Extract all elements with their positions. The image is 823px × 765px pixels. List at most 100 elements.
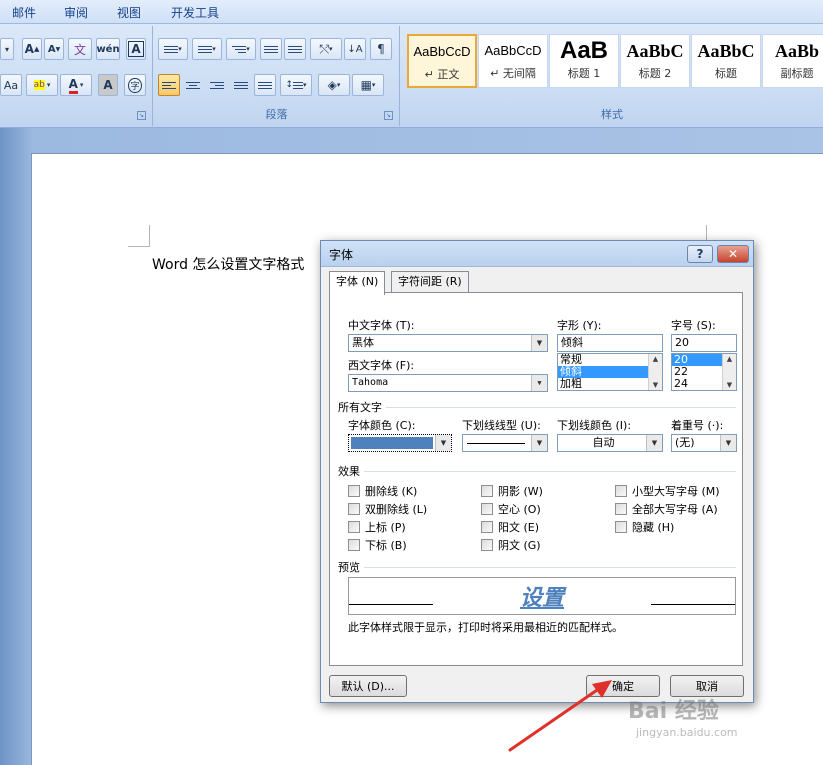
char-border-button[interactable]: A <box>126 38 146 60</box>
preview-note: 此字体样式限于显示，打印时将采用最相近的匹配样式。 <box>348 621 623 634</box>
help-button[interactable]: ? <box>687 245 713 263</box>
font-size-dropdown[interactable]: ▾ <box>0 38 14 60</box>
tab-font[interactable]: 字体 (N) <box>329 271 386 295</box>
align-center-button[interactable] <box>182 74 204 96</box>
underline-type-select[interactable] <box>462 434 548 452</box>
style-tile[interactable]: AaBbC 标题 2 <box>620 34 690 88</box>
watermark-logo: Bai 经验 <box>628 699 719 724</box>
font-dialog-launcher[interactable]: ↘ <box>137 111 146 120</box>
effect-checkbox[interactable]: 小型大写字母 (M) <box>615 483 720 499</box>
highlight-button[interactable]: ab ▾ <box>26 74 58 96</box>
justify-button[interactable] <box>230 74 252 96</box>
effect-checkbox[interactable]: 全部大写字母 (A) <box>615 501 718 517</box>
align-left-button[interactable] <box>158 74 180 96</box>
checkbox-box[interactable] <box>481 539 493 551</box>
effect-label: 阳文 (E) <box>498 521 540 534</box>
effect-checkbox[interactable]: 上标 (P) <box>348 519 406 535</box>
style-tile[interactable]: AaB 标题 1 <box>549 34 619 88</box>
style-name: 标题 <box>715 67 737 80</box>
align-right-button[interactable] <box>206 74 228 96</box>
underline-type-label: 下划线线型 (U): <box>462 419 541 432</box>
style-tile[interactable]: AaBbCcD ↵ 无间隔 <box>478 34 548 88</box>
dialog-titlebar[interactable]: 字体 ? ✕ <box>321 241 753 267</box>
font-style-input[interactable]: 倾斜 <box>557 334 663 352</box>
font-style-scrollbar[interactable]: ▲ ▼ <box>648 354 662 390</box>
menu-view[interactable]: 视图 <box>117 4 141 21</box>
close-button[interactable]: ✕ <box>717 245 749 263</box>
style-tile[interactable]: AaBb 副标题 <box>762 34 823 88</box>
phonetic-guide-button[interactable]: wén <box>96 38 120 60</box>
western-font-select[interactable]: Tahoma <box>348 374 548 392</box>
menu-developer[interactable]: 开发工具 <box>171 4 219 21</box>
checkbox-box[interactable] <box>348 485 360 497</box>
line-spacing-button[interactable]: ↕ ▾ <box>280 74 312 96</box>
effect-checkbox[interactable]: 双删除线 (L) <box>348 501 427 517</box>
shading-button[interactable]: ◈ ▾ <box>318 74 350 96</box>
checkbox-box[interactable] <box>615 521 627 533</box>
grow-font-button[interactable]: A ▲ <box>22 38 42 60</box>
chinese-font-select[interactable]: 黑体 <box>348 334 548 352</box>
effect-checkbox[interactable]: 阴文 (G) <box>481 537 541 553</box>
effect-label: 双删除线 (L) <box>365 503 428 516</box>
style-tile[interactable]: AaBbC 标题 <box>691 34 761 88</box>
paragraph-dialog-launcher[interactable]: ↘ <box>384 111 393 120</box>
decrease-indent-button[interactable] <box>260 38 282 60</box>
menu-bar: 邮件 审阅 视图 开发工具 <box>0 0 823 24</box>
chinese-layout-button[interactable]: ⤲ ▾ <box>310 38 342 60</box>
change-case-button[interactable]: Aa <box>0 74 22 96</box>
effects-heading: 效果 <box>338 465 360 478</box>
underline-color-select[interactable]: 自动 <box>557 434 663 452</box>
checkbox-box[interactable] <box>481 521 493 533</box>
effect-checkbox[interactable]: 下标 (B) <box>348 537 407 553</box>
emphasis-select[interactable]: (无) <box>671 434 737 452</box>
font-size-option[interactable]: 24 <box>672 378 722 390</box>
bullets-button[interactable]: ▾ <box>158 38 188 60</box>
font-size-list[interactable]: 20 22 24 ▲ ▼ <box>671 353 737 391</box>
style-sample: AaBbC <box>697 41 755 61</box>
font-style-list[interactable]: 常规 倾斜 加粗 ▲ ▼ <box>557 353 663 391</box>
font-color-select[interactable] <box>348 434 452 452</box>
increase-indent-button[interactable] <box>284 38 306 60</box>
checkbox-box[interactable] <box>481 503 493 515</box>
effect-checkbox[interactable]: 空心 (O) <box>481 501 541 517</box>
menu-review[interactable]: 审阅 <box>64 4 88 21</box>
font-size-input[interactable]: 20 <box>671 334 737 352</box>
checkbox-box[interactable] <box>348 503 360 515</box>
borders-button[interactable]: ▦ ▾ <box>352 74 384 96</box>
checkbox-box[interactable] <box>615 503 627 515</box>
enclose-char-button[interactable]: 字 <box>124 74 146 96</box>
multilevel-list-button[interactable]: ▾ <box>226 38 256 60</box>
font-color-label: 字体颜色 (C): <box>348 419 416 432</box>
checkbox-box[interactable] <box>481 485 493 497</box>
font-size-scrollbar[interactable]: ▲ ▼ <box>722 354 736 390</box>
effect-label: 隐藏 (H) <box>632 521 675 534</box>
show-marks-button[interactable]: ¶ <box>370 38 392 60</box>
checkbox-box[interactable] <box>348 539 360 551</box>
font-style-option[interactable]: 加粗 <box>558 378 648 390</box>
watermark-url: jingyan.baidu.com <box>636 726 738 739</box>
checkbox-box[interactable] <box>348 521 360 533</box>
style-name: ↵ 正文 <box>424 68 460 81</box>
tab-char-spacing[interactable]: 字符间距 (R) <box>391 271 469 293</box>
underline-color-label: 下划线颜色 (I): <box>557 419 632 432</box>
shrink-font-button[interactable]: A ▼ <box>44 38 64 60</box>
clear-format-button[interactable]: 文 <box>68 38 92 60</box>
style-tile[interactable]: AaBbCcD ↵ 正文 <box>407 34 477 88</box>
effect-checkbox[interactable]: 删除线 (K) <box>348 483 417 499</box>
checkbox-box[interactable] <box>615 485 627 497</box>
distributed-button[interactable] <box>254 74 276 96</box>
sort-button[interactable]: ↓A <box>344 38 366 60</box>
effect-checkbox[interactable]: 阳文 (E) <box>481 519 539 535</box>
preview-heading: 预览 <box>338 561 360 574</box>
document-text[interactable]: Word 怎么设置文字格式 <box>152 254 304 274</box>
preview-baseline-right <box>651 604 735 605</box>
numbering-button[interactable]: ▾ <box>192 38 222 60</box>
arrow-shaft <box>508 686 602 752</box>
menu-mailings[interactable]: 邮件 <box>12 4 36 21</box>
font-color-button[interactable]: A ▾ <box>60 74 92 96</box>
effect-checkbox[interactable]: 隐藏 (H) <box>615 519 674 535</box>
char-shading-button[interactable]: A <box>98 74 118 96</box>
default-button[interactable]: 默认 (D)... <box>329 675 407 697</box>
style-name: ↵ 无间隔 <box>490 67 536 80</box>
effect-checkbox[interactable]: 阴影 (W) <box>481 483 543 499</box>
